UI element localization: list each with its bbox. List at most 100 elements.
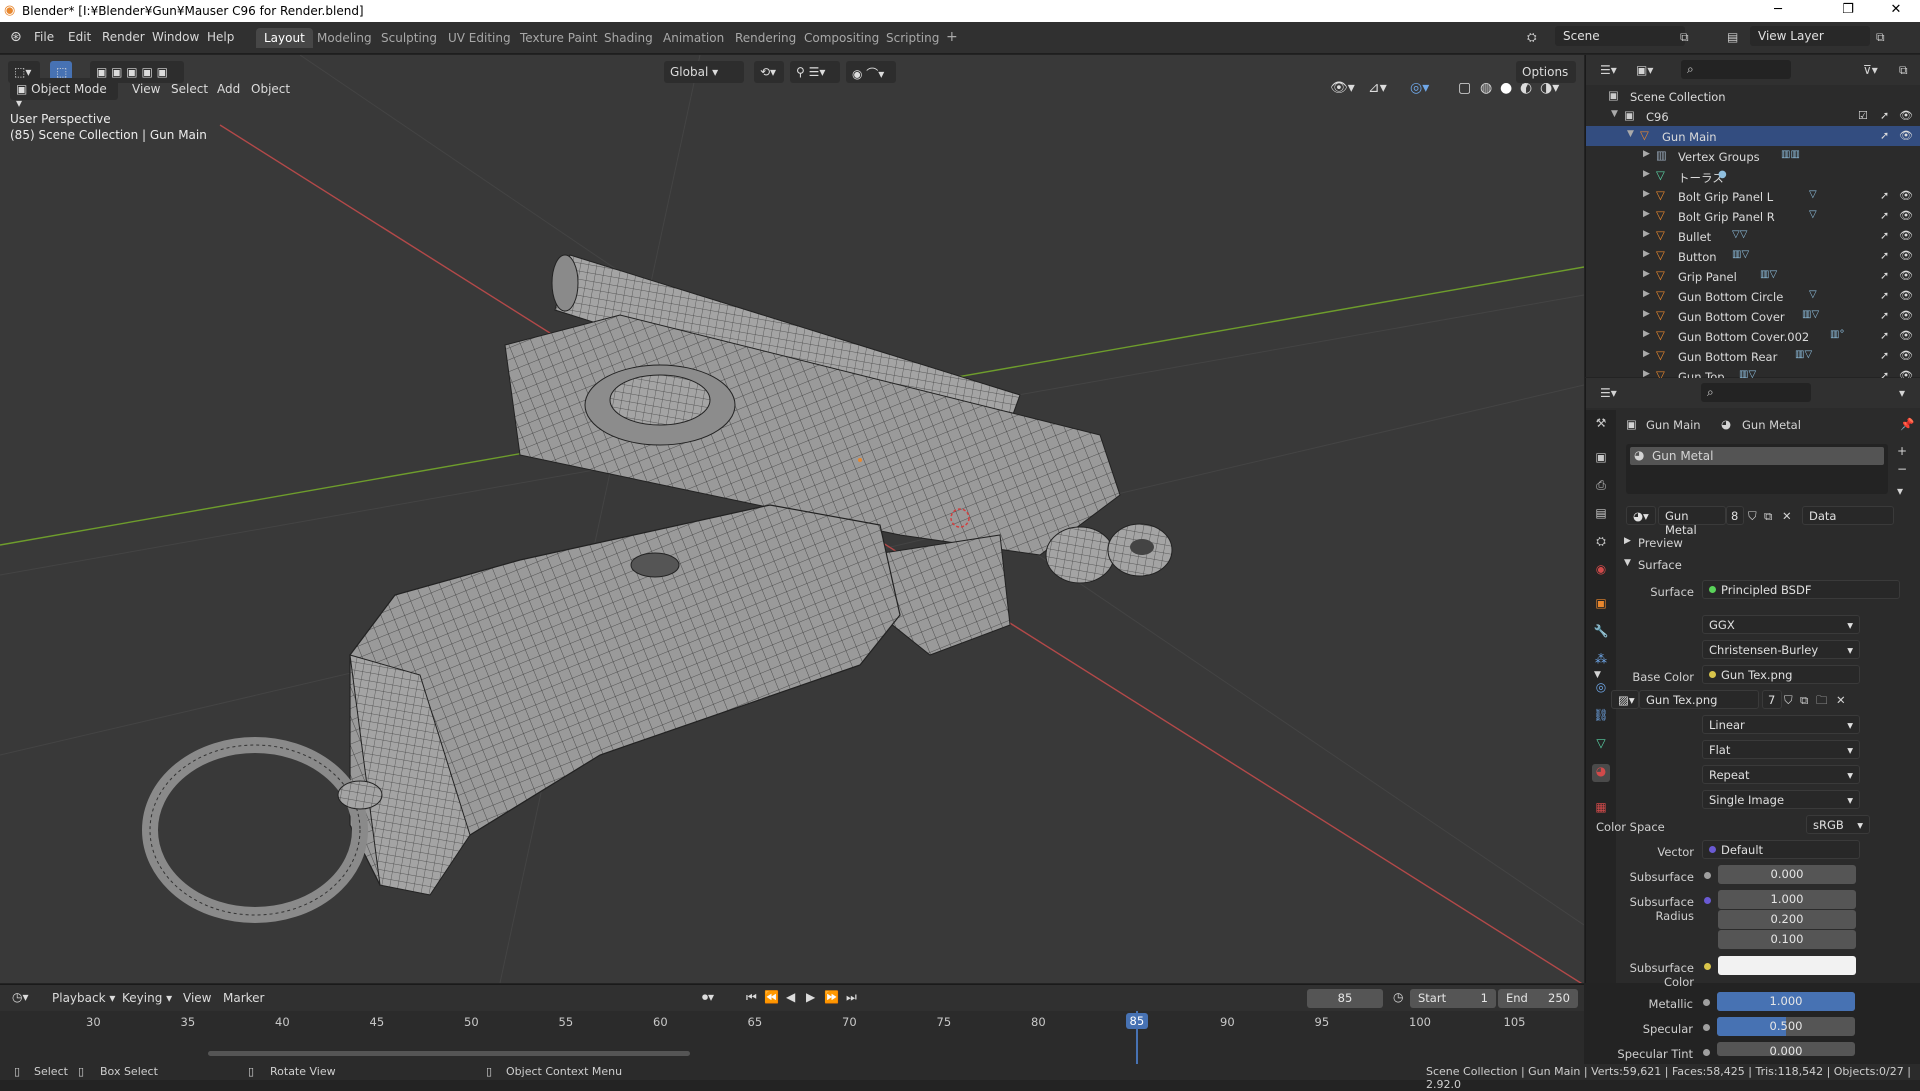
end-frame-field[interactable]: End 250 (1498, 989, 1578, 1008)
subsurface-method-dropdown[interactable]: Christensen-Burley ▾ (1702, 640, 1860, 659)
subsurface-color-swatch[interactable] (1718, 956, 1856, 975)
modifier-icon[interactable]: ▥° (1830, 329, 1844, 340)
expand-arrow-icon[interactable]: ▼ (1594, 670, 1601, 680)
viewport-menu-object[interactable]: Object (251, 82, 290, 96)
eye-icon[interactable]: 👁 (1899, 129, 1913, 142)
texture-tab-icon[interactable]: ▦ (1592, 800, 1610, 818)
output-tab-icon[interactable]: ⎙ (1592, 478, 1610, 496)
outliner-editor-icon[interactable]: ☰▾ (1600, 63, 1617, 77)
add-slot-icon[interactable]: + (1897, 444, 1907, 458)
browse-material-icon[interactable]: ◕▾ (1626, 506, 1656, 525)
preview-panel-header[interactable]: ▶ Preview (1616, 532, 1920, 554)
tab-modeling[interactable]: Modeling (309, 28, 380, 48)
select-arrow-icon[interactable]: ➚ (1880, 129, 1889, 142)
play-reverse-icon[interactable]: ◀ (786, 990, 795, 1004)
timeline-menu-view[interactable]: View (183, 991, 211, 1005)
tab-sculpting[interactable]: Sculpting (373, 28, 445, 48)
data-tab-icon[interactable]: ▽ (1592, 736, 1610, 754)
open-image-icon[interactable]: 🗀 (1816, 693, 1828, 712)
outliner-row-c96[interactable]: ▼ ▣ C96 ☑ ➚ 👁 (1586, 106, 1920, 126)
expand-arrow-icon[interactable]: ▼ (1611, 109, 1618, 119)
subsurface-radius-y-field[interactable]: 0.200 (1718, 910, 1856, 929)
outliner-row[interactable]: ▶ ▽ Grip Panel ▥▽ ➚ 👁 (1586, 266, 1920, 286)
tab-scripting[interactable]: Scripting (878, 28, 947, 48)
eye-icon[interactable]: 👁 (1899, 229, 1913, 242)
tab-texture-paint[interactable]: Texture Paint (512, 28, 605, 48)
chevron-down-icon[interactable]: ▾ (1899, 386, 1905, 400)
duplicate-icon[interactable]: ⧉ (1764, 509, 1772, 524)
eye-icon[interactable]: 👁 (1899, 209, 1913, 222)
subsurface-field[interactable]: 0.000 (1718, 865, 1856, 884)
select-arrow-icon[interactable]: ➚ (1880, 269, 1889, 282)
outliner-search-input[interactable]: ⌕ (1681, 60, 1791, 79)
menu-file[interactable]: File (34, 30, 54, 44)
viewport-menu-add[interactable]: Add (217, 82, 240, 96)
subsurface-radius-x-field[interactable]: 1.000 (1718, 890, 1856, 909)
browse-image-icon[interactable]: ▨▾ (1611, 690, 1639, 709)
select-arrow-icon[interactable]: ➚ (1880, 329, 1889, 342)
select-arrow-icon[interactable]: ➚ (1880, 309, 1889, 322)
collapse-arrow-icon[interactable]: ▶ (1643, 249, 1650, 259)
base-color-field[interactable]: Gun Tex.png (1702, 665, 1860, 684)
outliner-row[interactable]: ▶ ▽ Bolt Grip Panel L ▽ ➚ 👁 (1586, 186, 1920, 206)
select-arrow-icon[interactable]: ➚ (1880, 209, 1889, 222)
physics-tab-icon[interactable]: ◎ (1592, 680, 1610, 698)
object-tab-icon[interactable]: ▣ (1592, 596, 1610, 614)
vector-field[interactable]: Default (1702, 840, 1860, 859)
jump-end-icon[interactable]: ⏭ (846, 990, 857, 1005)
projection-dropdown[interactable]: Flat ▾ (1702, 740, 1860, 759)
extension-dropdown[interactable]: Repeat ▾ (1702, 765, 1860, 784)
wireframe-shading-icon[interactable]: ◍ (1480, 80, 1492, 96)
eye-icon[interactable]: 👁 (1899, 269, 1913, 282)
scene-tab-icon[interactable]: ⛭ (1592, 534, 1610, 552)
tab-uv-editing[interactable]: UV Editing (440, 28, 519, 48)
outliner-row[interactable]: ▶ ▥ Vertex Groups ▥▥ (1586, 146, 1920, 166)
collapse-arrow-icon[interactable]: ▶ (1643, 269, 1650, 279)
viewport-menu-view[interactable]: View (132, 82, 160, 96)
new-viewlayer-icon[interactable]: ⧉ (1876, 30, 1885, 45)
prev-keyframe-icon[interactable]: ⏪ (764, 990, 779, 1004)
minimize-button[interactable]: ─ (1758, 2, 1798, 17)
material-shading-icon[interactable]: ◐ (1520, 80, 1532, 96)
render-tab-icon[interactable]: ▣ (1592, 450, 1610, 468)
collapse-arrow-icon[interactable]: ▶ (1643, 349, 1650, 359)
fake-user-icon[interactable]: ⛉ (1784, 693, 1793, 708)
menu-edit[interactable]: Edit (68, 30, 91, 44)
mode-dropdown[interactable]: ▣ Object Mode ▾ (10, 78, 118, 110)
next-keyframe-icon[interactable]: ⏩ (824, 990, 839, 1004)
tab-rendering[interactable]: Rendering (727, 28, 804, 48)
collapse-arrow-icon[interactable]: ▶ (1643, 209, 1650, 219)
material-users-count[interactable]: 8 (1726, 506, 1744, 525)
interpolation-dropdown[interactable]: Linear ▾ (1702, 715, 1860, 734)
modifier-icon[interactable]: ● (1718, 169, 1727, 180)
overlay-icon[interactable]: ◎▾ (1410, 80, 1429, 96)
add-workspace-icon[interactable]: + (946, 29, 958, 45)
eye-icon[interactable]: 👁 (1899, 329, 1913, 342)
outliner-row[interactable]: ▶ ▽ Bullet ▽▽ ➚ 👁 (1586, 226, 1920, 246)
menu-window[interactable]: Window (152, 30, 199, 44)
menu-render[interactable]: Render (102, 30, 145, 44)
collapse-arrow-icon[interactable]: ▶ (1643, 289, 1650, 299)
3d-viewport[interactable]: User Perspective (85) Scene Collection |… (0, 55, 1584, 983)
outliner-row[interactable]: ▶ ▽ Button ▥▽ ➚ 👁 (1586, 246, 1920, 266)
expand-arrow-icon[interactable]: ▼ (1627, 129, 1634, 139)
timeline-editor-icon[interactable]: ◷▾ (12, 990, 29, 1004)
filter-icon[interactable]: ⊽▾ (1863, 63, 1878, 77)
collapse-arrow-icon[interactable]: ▶ (1643, 189, 1650, 199)
material-tab-icon[interactable]: ◕ (1592, 764, 1610, 782)
tab-layout[interactable]: Layout (256, 28, 313, 48)
outliner-row[interactable]: ▶ ▽ トーラス ● (1586, 166, 1920, 186)
modifier-icon[interactable]: ▽ (1809, 289, 1817, 300)
viewlayer-icon[interactable]: ▤ (1727, 30, 1738, 44)
modifier-icon[interactable]: ▥▽ (1795, 349, 1812, 360)
eye-icon[interactable]: 👁 (1899, 109, 1913, 122)
collapse-arrow-icon[interactable]: ▶ (1643, 229, 1650, 239)
maximize-button[interactable]: ❐ (1828, 2, 1868, 17)
fake-user-icon[interactable]: ⛉ (1748, 509, 1757, 524)
world-tab-icon[interactable]: ◉ (1592, 562, 1610, 580)
modifier-icon[interactable]: ▥▥ (1781, 149, 1800, 160)
new-scene-icon[interactable]: ⧉ (1680, 30, 1689, 45)
subsurface-radius-z-field[interactable]: 0.100 (1718, 930, 1856, 949)
scene-icon[interactable]: ⛭ (1527, 30, 1537, 45)
image-name-field[interactable]: Gun Tex.png (1639, 690, 1759, 709)
